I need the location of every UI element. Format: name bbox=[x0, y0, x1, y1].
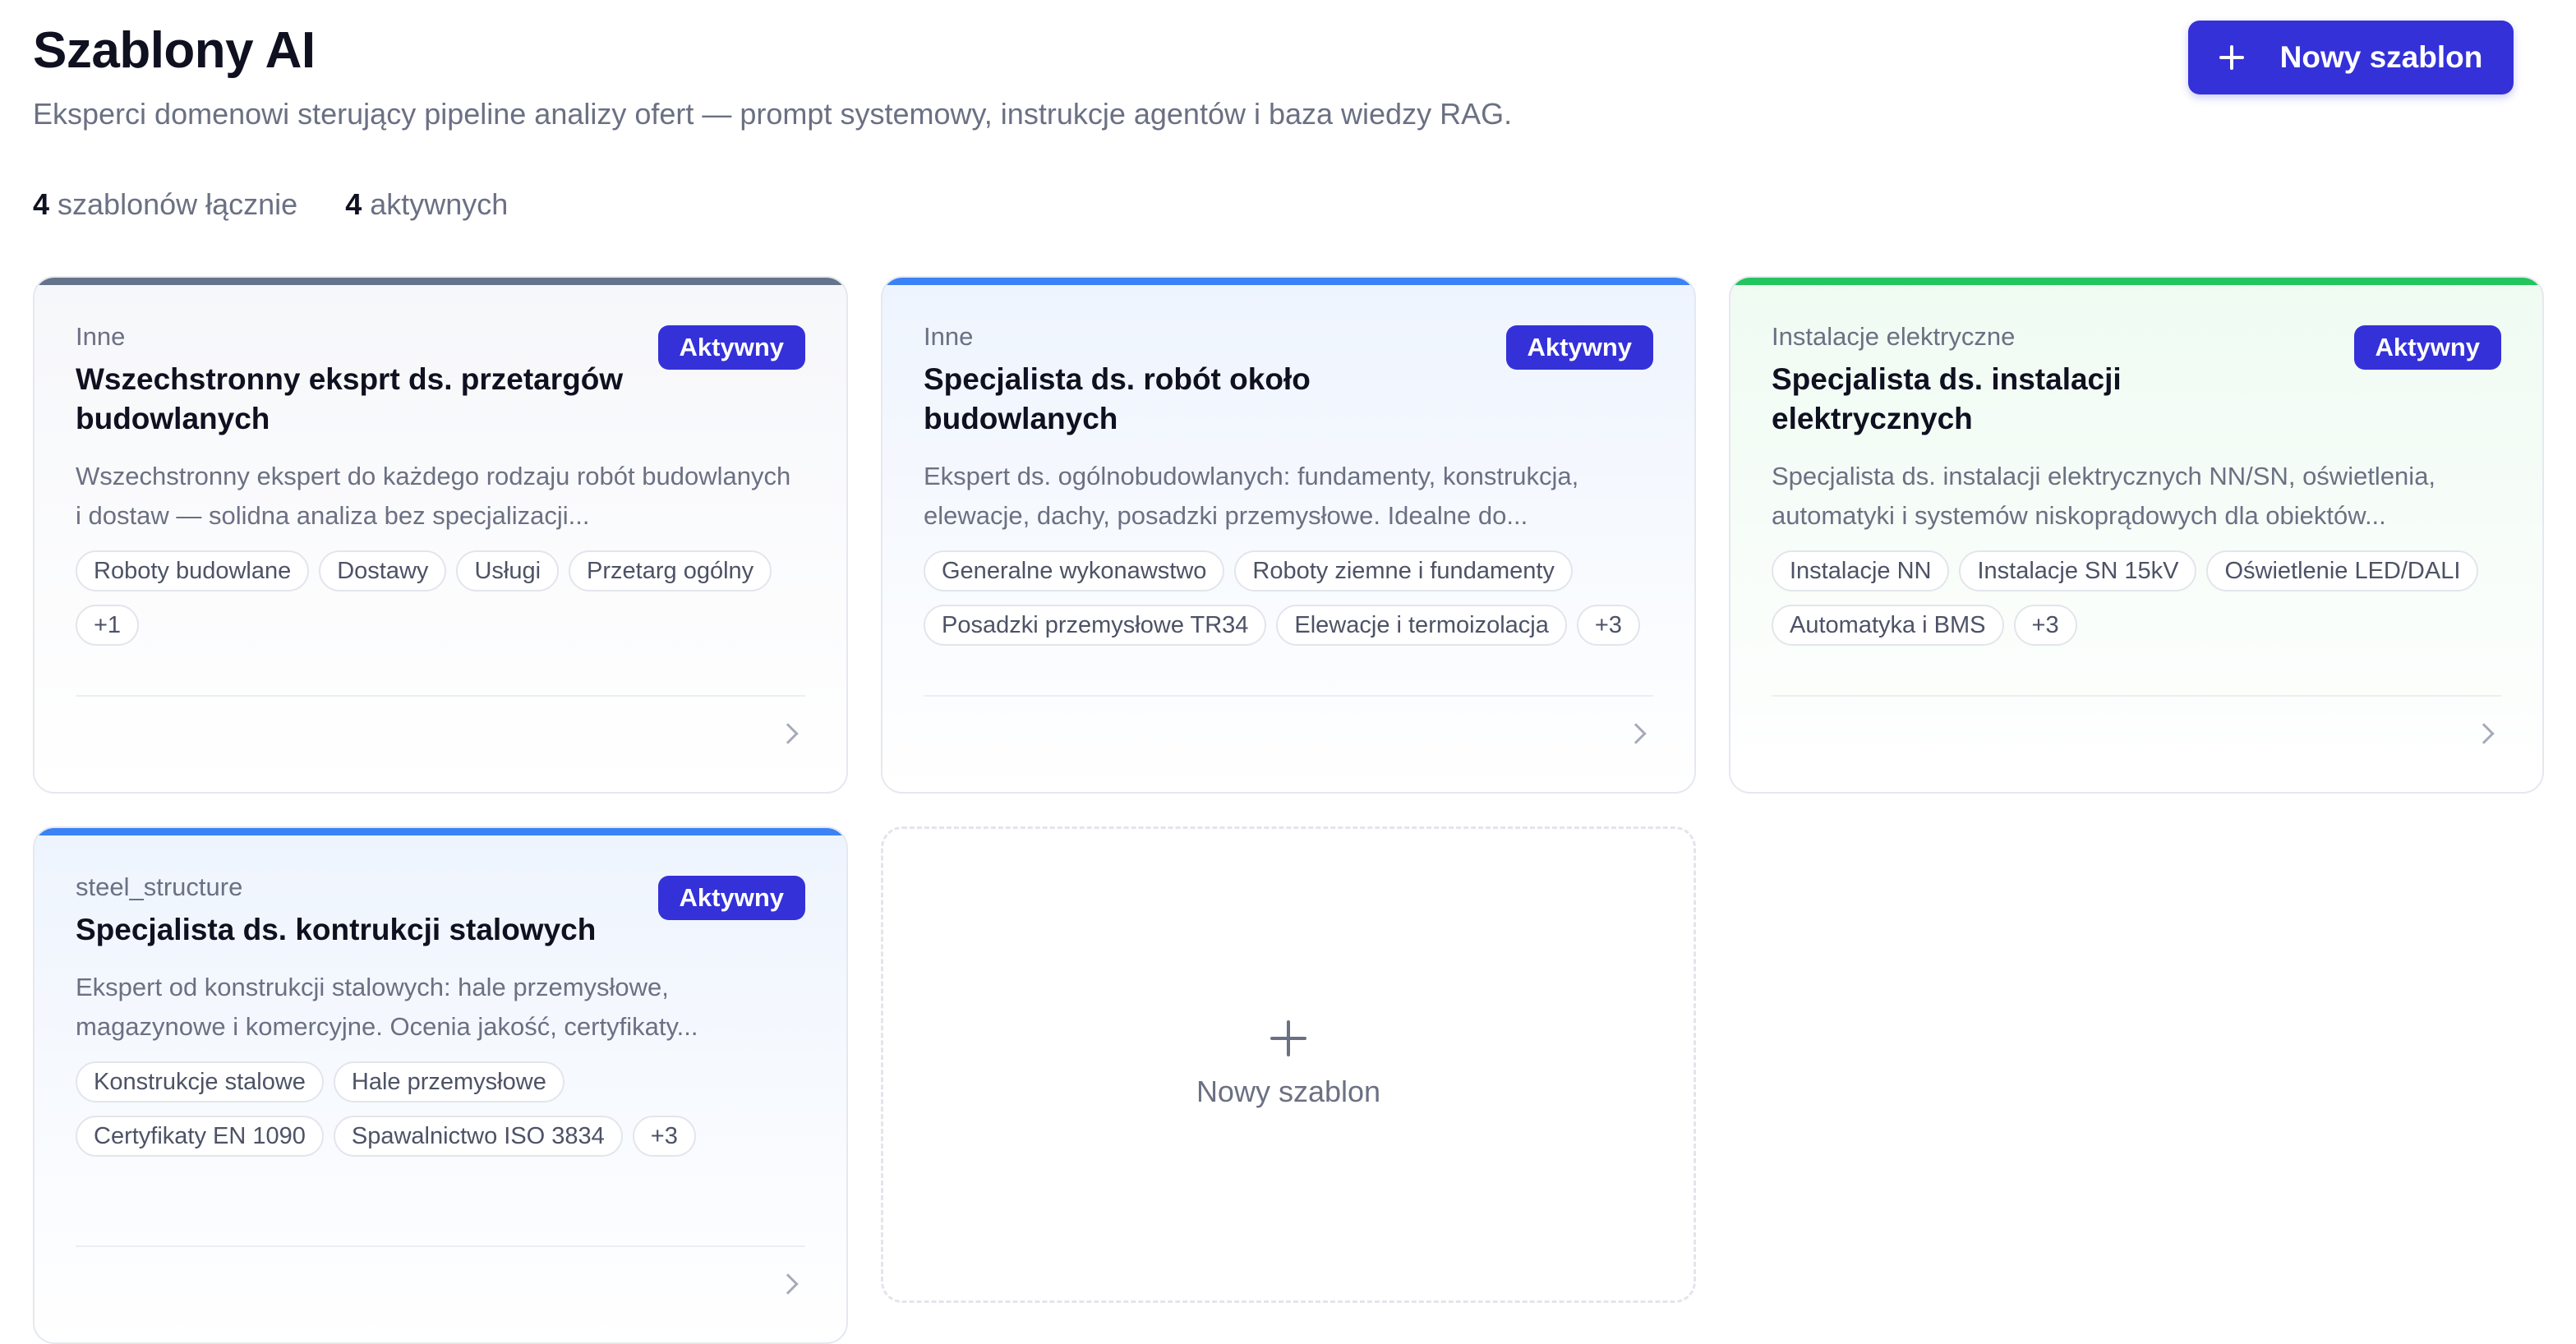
stat-total: 4 szablonów łącznie bbox=[33, 187, 297, 222]
template-tags: Instalacje NN Instalacje SN 15kV Oświetlen… bbox=[1772, 550, 2501, 646]
template-tag: Oświetlenie LED/DALI bbox=[2206, 550, 2479, 591]
template-category: Instalacje elektryczne bbox=[1772, 322, 2016, 351]
template-tags: Roboty budowlane Dostawy Usługi Przetarg og… bbox=[76, 550, 805, 646]
template-card[interactable]: Aktywny Inne Specjalista ds. robót około… bbox=[881, 276, 1696, 794]
template-tags: Konstrukcje stalowe Hale przemysłowe Certy… bbox=[76, 1061, 805, 1157]
plus-icon bbox=[2219, 45, 2244, 70]
template-name: Specjalista ds. kontrukcji stalowych bbox=[76, 913, 597, 946]
template-tag: +3 bbox=[632, 1116, 696, 1157]
card-divider bbox=[1772, 695, 2501, 697]
new-template-button[interactable]: Nowy szablon bbox=[2188, 21, 2514, 94]
stat-active-label: aktywnych bbox=[370, 187, 509, 221]
template-tag: Przetarg ogólny bbox=[569, 550, 772, 591]
add-template-card[interactable]: Nowy szablon bbox=[881, 826, 1696, 1303]
template-stats: 4 szablonów łącznie 4 aktywnych bbox=[33, 187, 508, 222]
template-tag: Roboty budowlane bbox=[76, 550, 310, 591]
add-template-label: Nowy szablon bbox=[1196, 1075, 1381, 1108]
template-tag: Hale przemysłowe bbox=[333, 1061, 565, 1102]
card-divider bbox=[924, 695, 1653, 697]
template-name: Specjalista ds. instalacji elektrycznych bbox=[1772, 362, 2122, 435]
template-tag: +3 bbox=[1576, 605, 1640, 646]
new-template-button-label: Nowy szablon bbox=[2279, 40, 2483, 74]
template-tag: +3 bbox=[2013, 605, 2077, 646]
template-card[interactable]: Aktywny Instalacje elektryczne Specjalis… bbox=[1729, 276, 2544, 794]
card-accent-bar bbox=[35, 828, 846, 835]
plus-icon bbox=[1270, 1020, 1306, 1056]
template-card[interactable]: Aktywny Inne Wszechstronny eksprt ds. pr… bbox=[33, 276, 848, 794]
template-description: Ekspert ds. ogólnobudowlanych: fundament… bbox=[924, 462, 1579, 530]
template-description: Ekspert od konstrukcji stalowych: hale p… bbox=[76, 973, 698, 1041]
template-tag: +1 bbox=[76, 605, 140, 646]
template-description: Specjalista ds. instalacji elektrycznych… bbox=[1772, 462, 2436, 530]
stat-active: 4 aktywnych bbox=[345, 187, 508, 222]
card-divider bbox=[76, 695, 805, 697]
stat-total-count: 4 bbox=[33, 187, 50, 221]
card-accent-bar bbox=[882, 278, 1694, 285]
template-tag: Konstrukcje stalowe bbox=[76, 1061, 324, 1102]
template-tag: Dostawy bbox=[319, 550, 447, 591]
template-tag: Instalacje NN bbox=[1772, 550, 1950, 591]
template-tags: Generalne wykonawstwo Roboty ziemne i fun… bbox=[924, 550, 1653, 646]
template-tag: Roboty ziemne i fundamenty bbox=[1234, 550, 1573, 591]
page-title: Szablony AI bbox=[33, 22, 316, 79]
template-tag: Certyfikaty EN 1090 bbox=[76, 1116, 324, 1157]
template-category: steel_structure bbox=[76, 872, 243, 901]
card-accent-bar bbox=[35, 278, 846, 285]
stat-active-count: 4 bbox=[345, 187, 362, 221]
template-tag: Automatyka i BMS bbox=[1772, 605, 2004, 646]
template-category: Inne bbox=[76, 322, 126, 351]
template-tag: Usługi bbox=[456, 550, 560, 591]
template-category: Inne bbox=[924, 322, 974, 351]
page-subtitle: Eksperci domenowi sterujący pipeline ana… bbox=[33, 97, 1513, 131]
template-card[interactable]: Aktywny steel_structure Specjalista ds. … bbox=[33, 826, 848, 1344]
card-accent-bar bbox=[1730, 278, 2542, 285]
template-tag: Posadzki przemysłowe TR34 bbox=[924, 605, 1267, 646]
template-tag: Instalacje SN 15kV bbox=[1959, 550, 2197, 591]
template-name: Wszechstronny eksprt ds. przetargów budo… bbox=[76, 362, 624, 435]
stat-total-label: szablonów łącznie bbox=[58, 187, 298, 221]
template-tag: Elewacje i termoizolacja bbox=[1276, 605, 1567, 646]
template-tag: Spawalnictwo ISO 3834 bbox=[333, 1116, 623, 1157]
template-name: Specjalista ds. robót około budowlanych bbox=[924, 362, 1311, 435]
template-description: Wszechstronny ekspert do każdego rodzaju… bbox=[76, 462, 791, 530]
card-divider bbox=[76, 1245, 805, 1247]
page-header: Szablony AI Eksperci domenowi sterujący … bbox=[33, 0, 2543, 164]
template-tag: Generalne wykonawstwo bbox=[924, 550, 1225, 591]
